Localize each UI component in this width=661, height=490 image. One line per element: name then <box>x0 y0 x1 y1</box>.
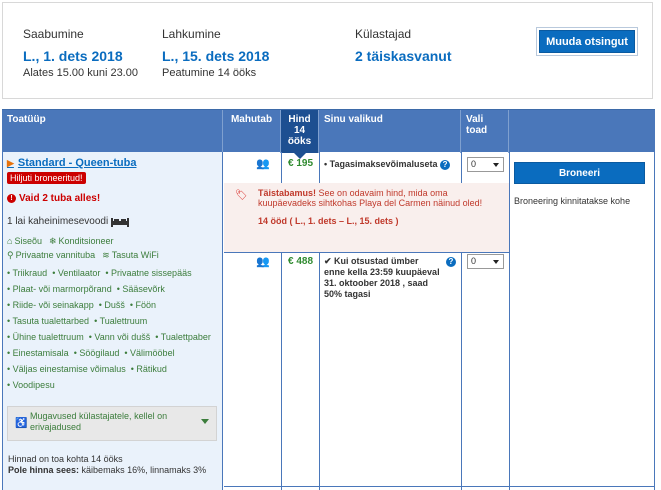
wheelchair-icon: ♿ <box>15 418 28 429</box>
facility-line: • Plaat- või marmorpõrand • Sääsevõrk <box>7 284 165 294</box>
tax-note: Pole hinna sees: käibemaks 16%, linnamak… <box>8 465 207 475</box>
guests-value: 2 täiskasvanut <box>355 48 452 64</box>
col-divider <box>654 152 655 490</box>
checkin-block: Saabumine L., 1. dets 2018 Alates 15.00 … <box>23 27 138 79</box>
facility-line: • Voodipesu <box>7 380 55 390</box>
price-note: Hinnad on toa kohta 14 ööks Pole hinna s… <box>8 454 206 476</box>
guests-label: Külastajad <box>355 27 412 41</box>
bed-text: 1 lai kaheinimesevoodi <box>7 216 109 227</box>
checkout-label: Lahkumine <box>162 27 221 41</box>
snowflake-icon: ❄ <box>48 236 57 246</box>
header-price-l3: ööks <box>287 136 312 147</box>
checkout-block: Lahkumine L., 15. dets 2018 Peatumine 14… <box>162 27 269 79</box>
row-divider <box>224 486 654 487</box>
facility-line: • Riide- või seinakapp • Dušš • Föön <box>7 300 157 310</box>
header-room-type: Toatüüp <box>2 110 223 153</box>
guests-block: Külastajad 2 täiskasvanut <box>355 27 452 64</box>
facility-line: • Triikraud • Ventilaator • Privaatne si… <box>7 268 192 278</box>
header-price-l1: Hind <box>288 114 311 125</box>
facility-line: • Ühine tualettruum • Vann või dušš • Tu… <box>7 332 211 342</box>
tag-icon: 🏷 <box>235 190 248 201</box>
col-divider <box>509 152 510 490</box>
header-select-l1: Vali <box>466 114 484 125</box>
room-qty-select[interactable]: 0 <box>467 254 504 269</box>
accessibility-dropdown[interactable]: ♿ Mugavused külastajatele, kellel on eri… <box>7 406 217 441</box>
book-button[interactable]: Broneeri <box>514 162 645 184</box>
room-qty-select[interactable]: 0 <box>467 157 504 172</box>
amenity-ac: ❄ Konditsioneer <box>48 236 114 246</box>
checkout-sub: Peatumine 14 ööks <box>162 67 257 79</box>
header-blank <box>509 110 655 153</box>
promo-dates: 14 ööd ( L., 1. dets – L., 15. dets ) <box>258 216 399 226</box>
amenities-row-1: ⌂ Siseõu ❄ Konditsioneer <box>7 236 218 247</box>
header-capacity: Mahutab <box>223 110 281 153</box>
header-price-l2: 14 <box>293 125 306 136</box>
amenities-row-2: ⚲ Privaatne vannituba ≋ Tasuta WiFi <box>7 250 218 261</box>
option-price: € 488 <box>288 256 314 267</box>
checkin-value: L., 1. dets 2018 <box>23 48 123 64</box>
checkout-value: L., 15. dets 2018 <box>162 48 270 64</box>
room-name: Standard - Queen-tuba <box>17 157 137 169</box>
checkin-label: Saabumine <box>23 27 84 41</box>
amenity-wifi: ≋ Tasuta WiFi <box>102 250 159 260</box>
help-icon-wrap: ? <box>446 256 456 267</box>
amenity-patio: ⌂ Siseõu <box>7 236 42 246</box>
capacity-icon: 👥 <box>256 158 270 170</box>
wifi-icon: ≋ <box>102 250 110 260</box>
room-info: ▶ Standard - Queen-tuba Hiljuti broneeri… <box>2 152 223 490</box>
facility-line: • Väljas einestamise võimalus • Rätikud <box>7 364 167 374</box>
caret-right-icon: ▶ <box>7 157 14 168</box>
facilities-list: • Triikraud • Ventilaator • Privaatne si… <box>7 265 218 393</box>
capacity-icon: 👥 <box>256 256 270 268</box>
facility-line: • Tasuta tualettarbed • Tualettruum <box>7 316 148 326</box>
row-divider <box>224 252 509 253</box>
room-name-link[interactable]: ▶ Standard - Queen-tuba <box>7 157 218 169</box>
modify-search-button[interactable]: Muuda otsingut <box>539 30 635 53</box>
patio-icon: ⌂ <box>7 236 13 246</box>
chevron-down-icon <box>201 419 209 424</box>
recently-booked-badge: Hiljuti broneeritud! <box>7 172 86 184</box>
shower-icon: ⚲ <box>7 250 14 260</box>
best-deal-banner: 🏷 Täistabamus! See on odavaim hind, mida… <box>224 183 509 252</box>
promo-title: Täistabamus! <box>258 188 317 198</box>
help-icon[interactable]: ? <box>446 257 456 267</box>
bed-info: 1 lai kaheinimesevoodi <box>7 216 218 227</box>
alert-icon: ! <box>7 194 16 203</box>
option-choice: • Tagasimaksevõimaluseta ? <box>324 159 459 170</box>
help-icon[interactable]: ? <box>440 160 451 170</box>
nights-note: Hinnad on toa kohta 14 ööks <box>8 454 123 464</box>
amenity-bathroom: ⚲ Privaatne vannituba <box>7 250 96 260</box>
accessibility-text: Mugavused külastajatele, kellel on eriva… <box>30 411 168 432</box>
room-table: Toatüüp Mahutab Hind 14 ööks Sinu valiku… <box>2 109 655 490</box>
search-summary: Saabumine L., 1. dets 2018 Alates 15.00 … <box>2 2 653 99</box>
table-header: Toatüüp Mahutab Hind 14 ööks Sinu valiku… <box>2 109 655 159</box>
header-select-l2: toad <box>466 125 488 136</box>
option-price: € 195 <box>288 158 314 169</box>
facility-line: • Einestamisala • Söögilaud • Välimööbel <box>7 348 175 358</box>
rooms-left-text: Vaid 2 tuba alles! <box>19 193 101 204</box>
header-select: Vali toad <box>461 110 509 153</box>
bed-icon <box>111 217 130 227</box>
option-choice: ✔ Kui otsustad ümber enne kella 23:59 ku… <box>324 256 440 299</box>
header-choices: Sinu valikud <box>319 110 461 153</box>
checkin-sub: Alates 15.00 kuni 23.00 <box>23 67 138 79</box>
rooms-left-warning: ! Vaid 2 tuba alles! <box>7 193 218 204</box>
header-price[interactable]: Hind 14 ööks <box>281 110 319 159</box>
book-note: Broneering kinnitatakse kohe <box>514 196 631 206</box>
